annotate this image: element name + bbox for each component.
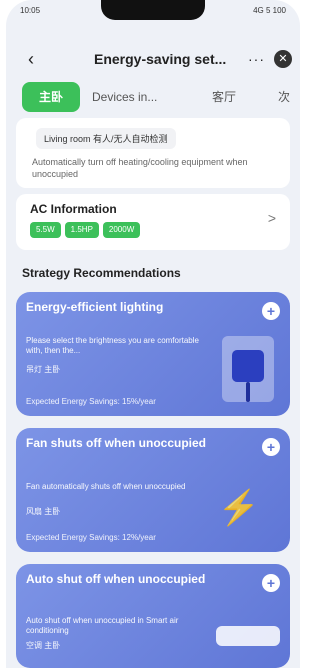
- ac-tag: 5.5W: [30, 222, 61, 238]
- header: ‹ Energy-saving set... ··· ✕: [6, 46, 300, 72]
- page-title: Energy-saving set...: [94, 51, 227, 67]
- add-icon[interactable]: +: [262, 438, 280, 456]
- back-icon[interactable]: ‹: [28, 49, 34, 70]
- close-icon[interactable]: ✕: [274, 50, 292, 68]
- recommendation-description: Fan automatically shuts off when unoccup…: [26, 482, 186, 491]
- tab-devices-in[interactable]: Devices in...: [92, 82, 157, 112]
- tab-master-bedroom[interactable]: 主卧: [22, 82, 80, 112]
- ac-unit-icon: [216, 626, 280, 646]
- ac-tag: 1.5HP: [64, 222, 99, 238]
- recommendation-tags: 吊灯 主卧: [26, 365, 61, 374]
- automation-chip: Living room 有人/无人自动检测: [36, 128, 176, 149]
- ac-tag: 2000W: [102, 222, 141, 238]
- status-time: 10:05: [20, 6, 41, 15]
- recommendation-tags: 风扇 主卧: [26, 507, 61, 516]
- lamp-icon: [222, 336, 274, 402]
- ac-information-title: AC Information: [30, 202, 117, 216]
- recommendation-title: Auto shut off when unoccupied: [26, 572, 206, 586]
- automation-description: Automatically turn off heating/cooling e…: [32, 157, 248, 179]
- recommendation-footer: Expected Energy Savings: 12%/year: [26, 533, 156, 542]
- lightning-icon: ⚡: [217, 489, 260, 527]
- strategy-recommendations-title: Strategy Recommendations: [22, 266, 181, 280]
- recommendation-card[interactable]: Fan shuts off when unoccupied + Fan auto…: [16, 428, 290, 552]
- add-icon[interactable]: +: [262, 574, 280, 592]
- more-button[interactable]: ···: [248, 51, 265, 67]
- recommendation-title: Fan shuts off when unoccupied: [26, 436, 206, 450]
- tab-living-room[interactable]: 客厅: [212, 82, 236, 112]
- recommendation-card[interactable]: Auto shut off when unoccupied + Auto shu…: [16, 564, 290, 668]
- status-bar: 10:05 4G 5 100: [20, 6, 286, 15]
- recommendation-footer: Expected Energy Savings: 15%/year: [26, 397, 156, 406]
- recommendation-tags: 空调 主卧: [26, 641, 61, 650]
- chevron-right-icon: >: [267, 210, 276, 226]
- ac-tags: 5.5W 1.5HP 2000W: [30, 222, 141, 238]
- recommendation-card[interactable]: Energy-efficient lighting + Please selec…: [16, 292, 290, 416]
- room-tabs: 主卧 Devices in... 客厅 次: [22, 82, 300, 112]
- recommendation-title: Energy-efficient lighting: [26, 300, 164, 314]
- phone-screen: 10:05 4G 5 100 ‹ Energy-saving set... ··…: [6, 0, 300, 668]
- status-indicators: 4G 5 100: [253, 6, 286, 15]
- recommendation-description: Please select the brightness you are com…: [26, 336, 199, 355]
- ac-information-card[interactable]: AC Information > 5.5W 1.5HP 2000W: [16, 194, 290, 250]
- recommendation-description: Auto shut off when unoccupied in Smart a…: [26, 616, 179, 635]
- add-icon[interactable]: +: [262, 302, 280, 320]
- automation-card[interactable]: Living room 有人/无人自动检测 Automatically turn…: [16, 118, 290, 188]
- tab-secondary-room[interactable]: 次: [278, 82, 290, 112]
